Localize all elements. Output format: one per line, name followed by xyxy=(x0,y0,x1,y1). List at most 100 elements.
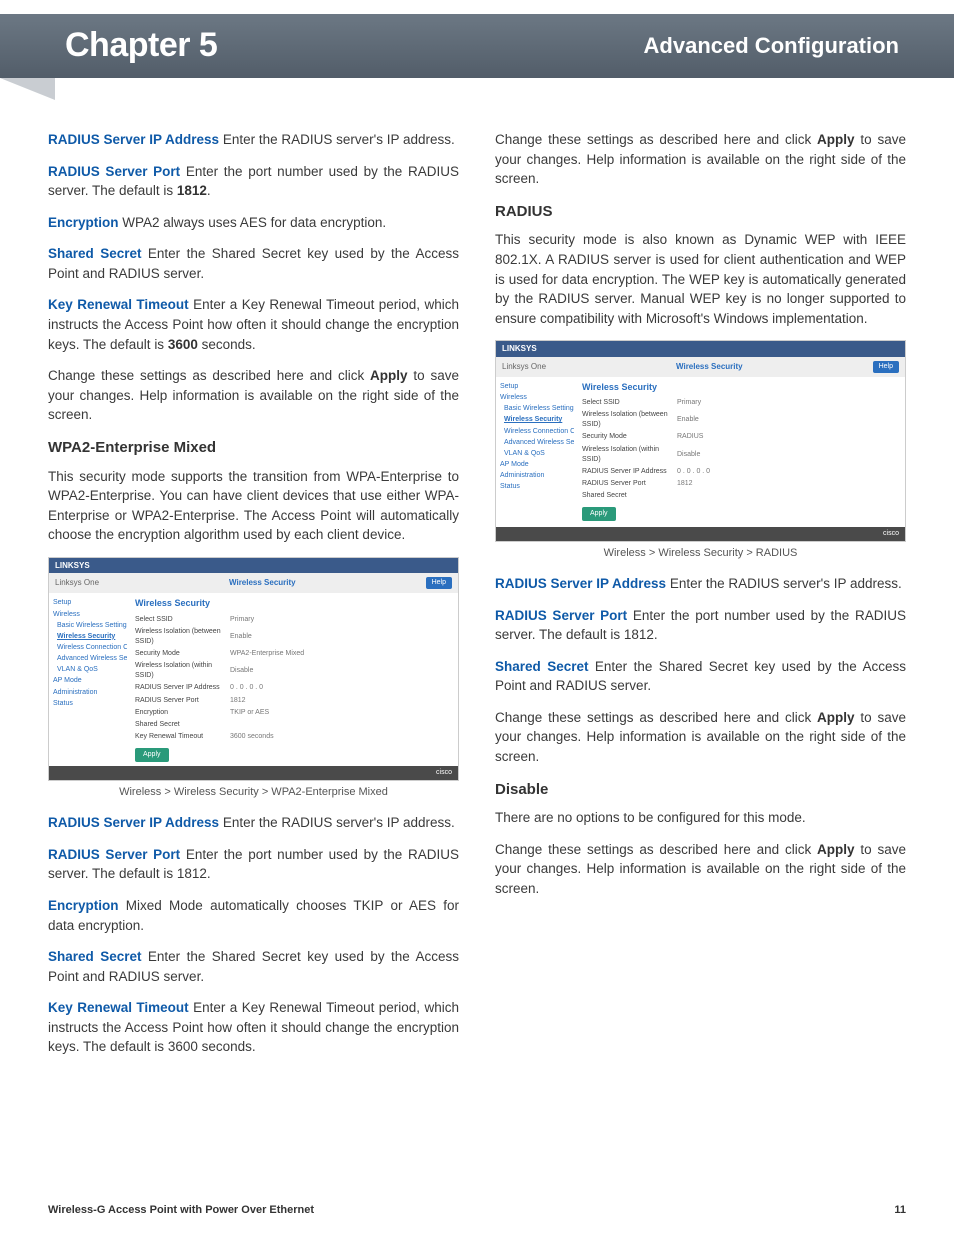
form-control[interactable]: 3600 seconds xyxy=(230,732,452,742)
form-label: RADIUS Server Port xyxy=(582,479,677,489)
form-control[interactable]: Enable xyxy=(230,632,452,642)
bold-apply: Apply xyxy=(817,710,855,725)
paragraph: Change these settings as described here … xyxy=(495,708,906,767)
nav-item-selected[interactable]: Wireless Security xyxy=(500,415,574,425)
form-control[interactable]: 1812 xyxy=(230,696,452,706)
paragraph: RADIUS Server IP Address Enter the RADIU… xyxy=(48,130,459,150)
form-label: Shared Secret xyxy=(582,491,677,501)
form-label: Wireless Isolation (within SSID) xyxy=(135,661,230,681)
content-columns: RADIUS Server IP Address Enter the RADIU… xyxy=(48,130,906,1069)
screenshot-radius: LINKSYS Linksys One Wireless Security He… xyxy=(495,340,906,542)
screenshot-titlebar: Linksys One Wireless Security Help xyxy=(49,573,458,593)
apply-button[interactable]: Apply xyxy=(135,748,169,762)
form-row: Wireless Isolation (within SSID)Disable xyxy=(135,661,452,681)
screenshot-footer: cisco xyxy=(49,766,458,780)
form-row: Security ModeWPA2-Enterprise Mixed xyxy=(135,649,452,659)
form-control[interactable]: 1812 xyxy=(677,479,899,489)
screenshot-brand: LINKSYS xyxy=(49,558,458,574)
nav-item[interactable]: Administration xyxy=(500,471,574,481)
text: Change these settings as described here … xyxy=(48,368,370,383)
term-radius-ip: RADIUS Server IP Address xyxy=(48,132,219,147)
nav-item-selected[interactable]: Wireless Security xyxy=(53,632,127,642)
page-footer: Wireless-G Access Point with Power Over … xyxy=(48,1203,906,1219)
screenshot-footer: cisco xyxy=(496,527,905,541)
term-radius-ip: RADIUS Server IP Address xyxy=(48,815,219,830)
form-control[interactable]: Primary xyxy=(230,615,452,625)
text: Enter the RADIUS server's IP address. xyxy=(666,576,902,591)
term-key-renewal: Key Renewal Timeout xyxy=(48,1000,189,1015)
nav-item[interactable]: Administration xyxy=(53,688,127,698)
form-row: Shared Secret xyxy=(135,720,452,730)
screenshot-crumb-title: Wireless Security xyxy=(229,577,296,589)
form-control[interactable]: Primary xyxy=(677,398,899,408)
nav-item[interactable]: AP Mode xyxy=(53,676,127,686)
chapter-title: Chapter 5 xyxy=(65,21,217,70)
form-row: RADIUS Server IP Address0 . 0 . 0 . 0 xyxy=(135,683,452,693)
nav-item[interactable]: Wireless Connection Control xyxy=(500,427,574,437)
nav-item[interactable]: Setup xyxy=(500,382,574,392)
caption-wpa2-mixed: Wireless > Wireless Security > WPA2-Ente… xyxy=(48,785,459,801)
paragraph: Key Renewal Timeout Enter a Key Renewal … xyxy=(48,295,459,354)
form-label: RADIUS Server IP Address xyxy=(582,467,677,477)
screenshot-crumb-left: Linksys One xyxy=(55,577,99,589)
form-control[interactable]: Disable xyxy=(677,450,899,460)
nav-item[interactable]: VLAN & QoS xyxy=(53,665,127,675)
term-encryption: Encryption xyxy=(48,898,119,913)
nav-item[interactable]: Basic Wireless Settings xyxy=(53,621,127,631)
help-button[interactable]: Help xyxy=(873,361,899,373)
nav-item[interactable]: Advanced Wireless Settings xyxy=(53,654,127,664)
form-label: Wireless Isolation (between SSID) xyxy=(135,627,230,647)
header-band: Chapter 5 Advanced Configuration xyxy=(0,14,954,78)
form-control[interactable]: 0 . 0 . 0 . 0 xyxy=(677,467,899,477)
text: Change these settings as described here … xyxy=(495,710,817,725)
nav-item[interactable]: Status xyxy=(500,482,574,492)
screenshot-wpa2-mixed: LINKSYS Linksys One Wireless Security He… xyxy=(48,557,459,782)
nav-item[interactable]: Advanced Wireless Settings xyxy=(500,438,574,448)
nav-item[interactable]: Wireless xyxy=(500,393,574,403)
form-control[interactable]: WPA2-Enterprise Mixed xyxy=(230,649,452,659)
text: WPA2 always uses AES for data encryption… xyxy=(119,215,387,230)
help-button[interactable]: Help xyxy=(426,577,452,589)
paragraph: RADIUS Server IP Address Enter the RADIU… xyxy=(495,574,906,594)
term-shared-secret: Shared Secret xyxy=(495,659,588,674)
text: Enter the RADIUS server's IP address. xyxy=(219,132,455,147)
left-column: RADIUS Server IP Address Enter the RADIU… xyxy=(48,130,459,1069)
form-row: Wireless Isolation (between SSID)Enable xyxy=(135,627,452,647)
term-shared-secret: Shared Secret xyxy=(48,949,141,964)
form-label: Encryption xyxy=(135,708,230,718)
nav-item[interactable]: Status xyxy=(53,699,127,709)
form-row: Shared Secret xyxy=(582,491,899,501)
form-control[interactable]: RADIUS xyxy=(677,432,899,442)
paragraph: RADIUS Server IP Address Enter the RADIU… xyxy=(48,813,459,833)
text: . xyxy=(207,183,211,198)
form-row: Select SSIDPrimary xyxy=(582,398,899,408)
heading-wpa2-enterprise-mixed: WPA2-Enterprise Mixed xyxy=(48,437,459,459)
form-row: Security ModeRADIUS xyxy=(582,432,899,442)
nav-item[interactable]: AP Mode xyxy=(500,460,574,470)
paragraph: Change these settings as described here … xyxy=(48,366,459,425)
form-row: Key Renewal Timeout3600 seconds xyxy=(135,732,452,742)
nav-item[interactable]: Wireless xyxy=(53,610,127,620)
screenshot-crumb-title: Wireless Security xyxy=(676,361,743,373)
footer-page-number: 11 xyxy=(894,1203,906,1219)
nav-item[interactable]: Setup xyxy=(53,598,127,608)
nav-item[interactable]: Wireless Connection Control xyxy=(53,643,127,653)
form-control[interactable]: 0 . 0 . 0 . 0 xyxy=(230,683,452,693)
bold-apply: Apply xyxy=(817,842,855,857)
paragraph: RADIUS Server Port Enter the port number… xyxy=(495,606,906,645)
text: Change these settings as described here … xyxy=(495,132,817,147)
form-control[interactable]: Disable xyxy=(230,666,452,676)
form-row: Select SSIDPrimary xyxy=(135,615,452,625)
nav-item[interactable]: VLAN & QoS xyxy=(500,449,574,459)
form-control[interactable]: Enable xyxy=(677,415,899,425)
form-row: RADIUS Server Port1812 xyxy=(135,696,452,706)
apply-button[interactable]: Apply xyxy=(582,507,616,521)
right-column: Change these settings as described here … xyxy=(495,130,906,1069)
paragraph: Encryption Mixed Mode automatically choo… xyxy=(48,896,459,935)
form-control[interactable]: TKIP or AES xyxy=(230,708,452,718)
form-label: Key Renewal Timeout xyxy=(135,732,230,742)
nav-item[interactable]: Basic Wireless Settings xyxy=(500,404,574,414)
bold-3600: 3600 xyxy=(168,337,198,352)
form-heading: Wireless Security xyxy=(582,381,899,394)
term-encryption: Encryption xyxy=(48,215,119,230)
